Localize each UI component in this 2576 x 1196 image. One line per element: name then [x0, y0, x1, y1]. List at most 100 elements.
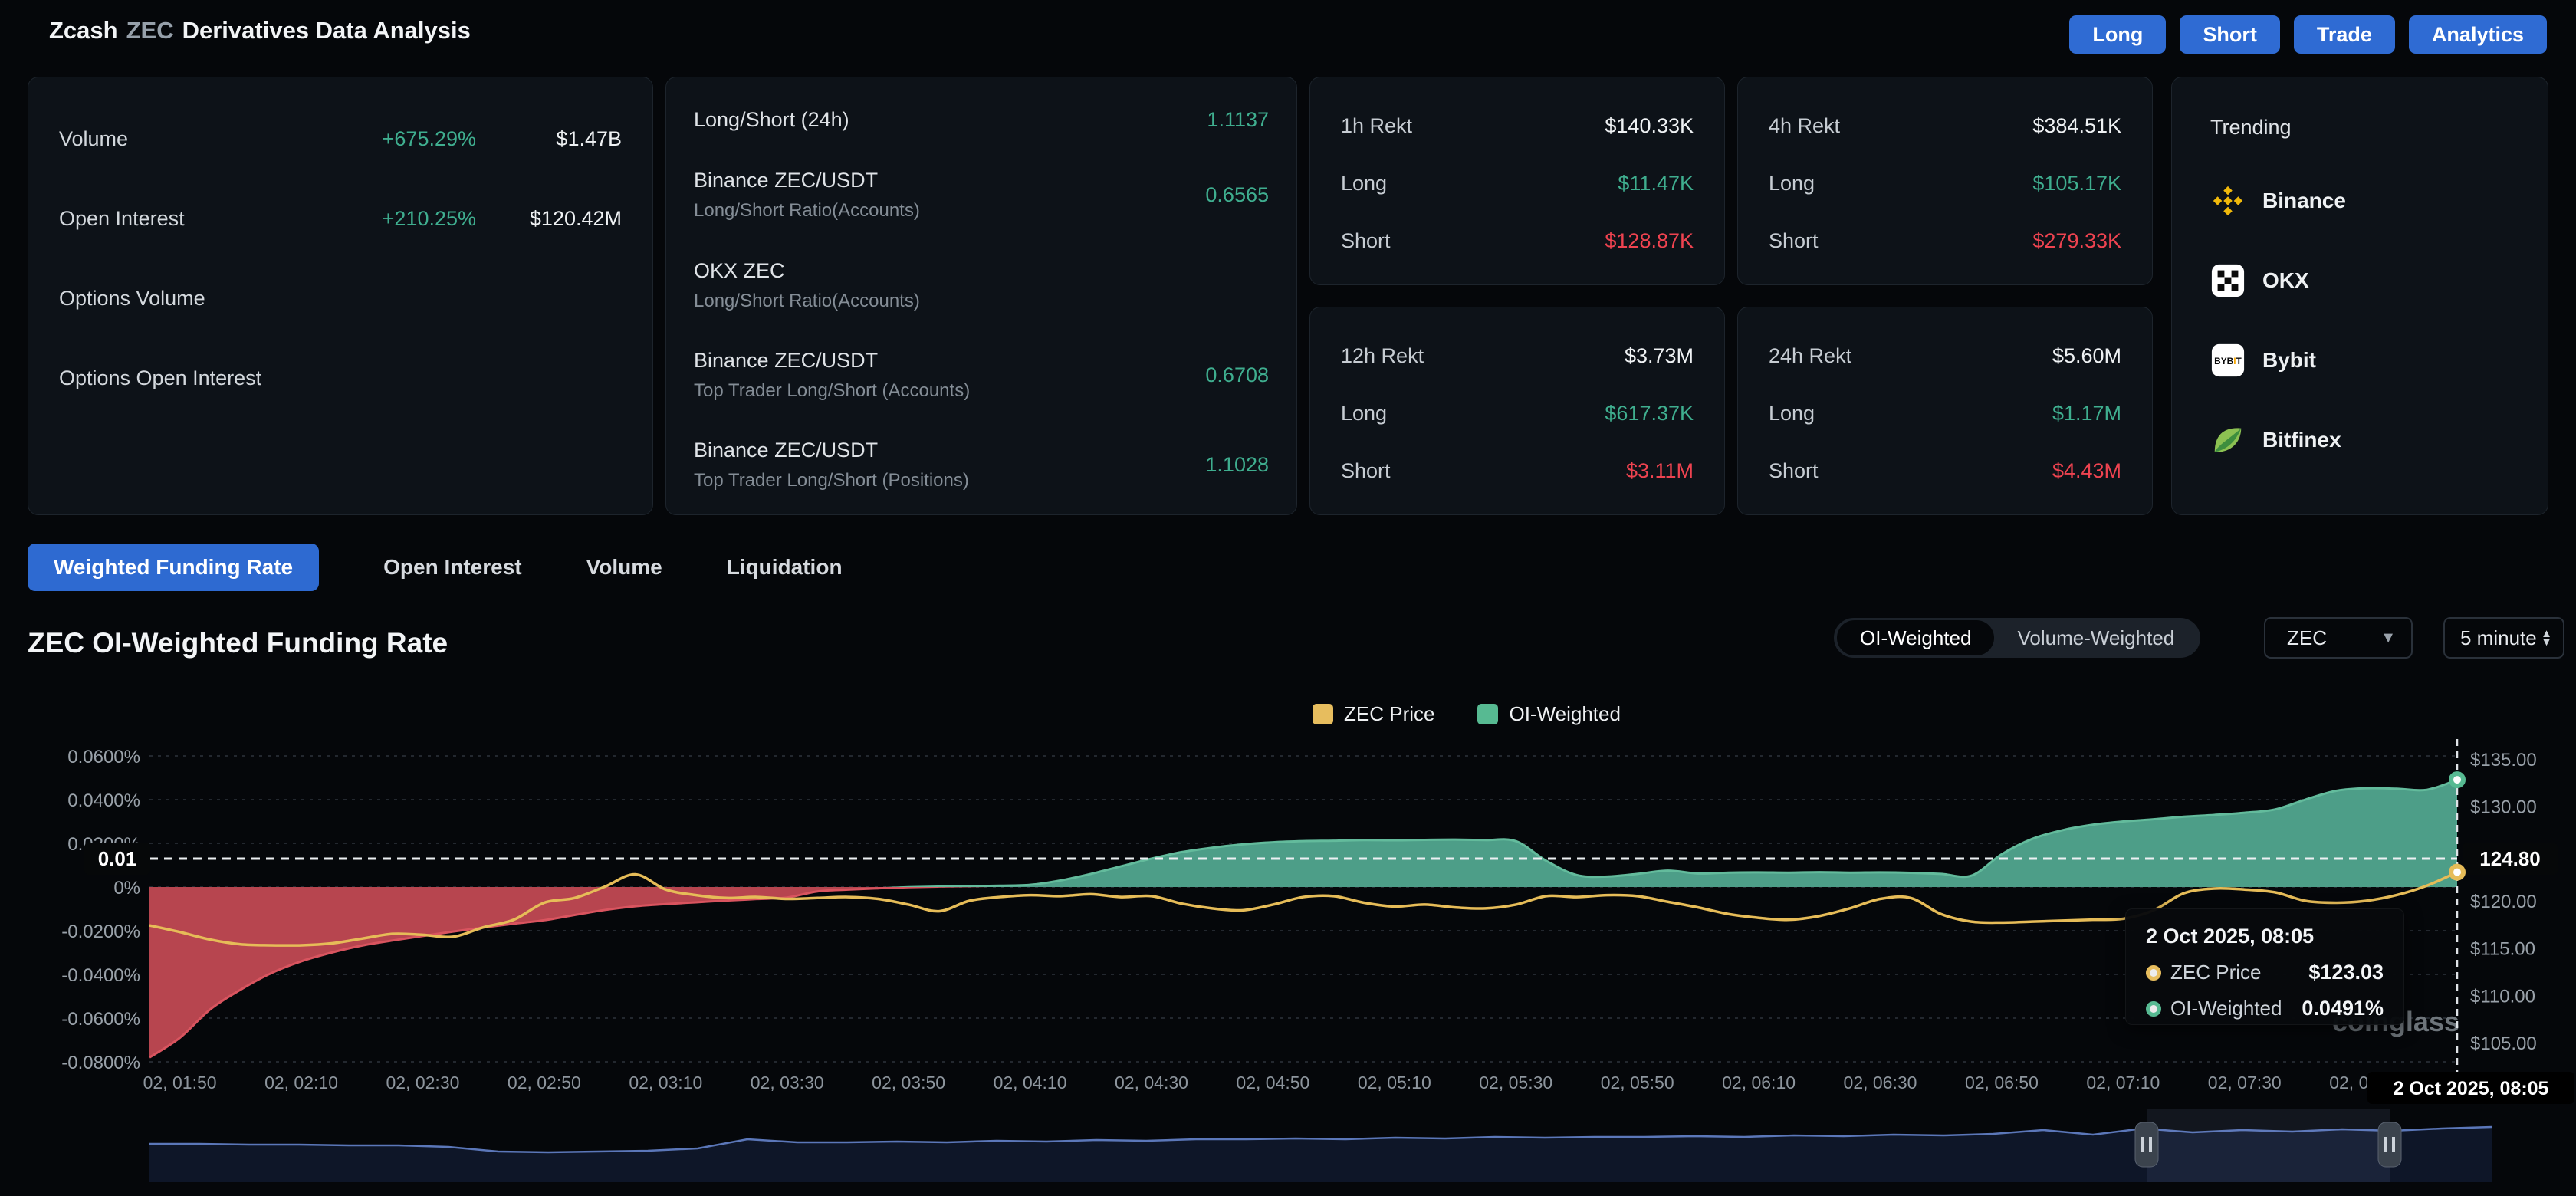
open-interest-label: Open Interest	[59, 207, 185, 231]
left-axis-tick: 0.0400%	[67, 790, 140, 811]
trending-card: Trending Binance OKX	[2171, 77, 2548, 515]
rekt-12h-short-value: $3.11M	[1626, 459, 1694, 483]
trending-label-binance: Binance	[2262, 189, 2346, 213]
rekt-card-12h: 12h Rekt$3.73M Long$617.37K Short$3.11M	[1309, 307, 1725, 515]
x-axis-tick: 02, 03:10	[629, 1073, 702, 1092]
left-axis-tick: -0.0600%	[61, 1009, 140, 1030]
trending-item-okx[interactable]: OKX	[2210, 262, 2509, 299]
tooltip-row-funding: OI-Weighted 0.0491%	[2146, 997, 2384, 1020]
binance-accounts-subtitle: Long/Short Ratio(Accounts)	[694, 200, 920, 222]
x-axis-tick: 02, 05:30	[1479, 1073, 1552, 1092]
chart-tabs: Weighted Funding Rate Open Interest Volu…	[28, 544, 843, 591]
volume-change: +675.29%	[383, 127, 476, 151]
right-axis-tick: $135.00	[2470, 750, 2537, 770]
interval-select[interactable]: 5 minute ▲▼	[2443, 617, 2564, 659]
binance-accounts-value: 0.6565	[1205, 183, 1269, 207]
oi-weighted-dot-icon	[2146, 1001, 2161, 1017]
volume-oi-card: Volume +675.29% $1.47B Open Interest +21…	[28, 77, 653, 515]
trending-item-bitfinex[interactable]: Bitfinex	[2210, 422, 2509, 458]
rekt-1h-label: 1h Rekt	[1341, 114, 1412, 138]
open-interest-row: Open Interest +210.25% $120.42M	[59, 200, 622, 237]
rekt-card-4h: 4h Rekt$384.51K Long$105.17K Short$279.3…	[1737, 77, 2153, 285]
binance-top-positions-value: 1.1028	[1205, 453, 1269, 477]
rekt-card-24h: 24h Rekt$5.60M Long$1.17M Short$4.43M	[1737, 307, 2153, 515]
okx-accounts-row: OKX ZEC Long/Short Ratio(Accounts)	[694, 259, 1269, 312]
toggle-volume-weighted[interactable]: Volume-Weighted	[1994, 620, 2197, 656]
price-current-marker	[2451, 866, 2463, 879]
handle-grip-icon	[2392, 1137, 2395, 1152]
trending-label-bitfinex: Bitfinex	[2262, 428, 2341, 452]
x-axis-tick: 02, 04:10	[994, 1073, 1067, 1092]
tab-liquidation[interactable]: Liquidation	[727, 555, 843, 580]
chart-navigator[interactable]	[0, 1109, 2576, 1187]
rekt-4h-short-label: Short	[1769, 229, 1819, 253]
toggle-oi-weighted[interactable]: OI-Weighted	[1837, 620, 1994, 656]
open-interest-change: +210.25%	[383, 207, 476, 231]
left-axis-tick: -0.0200%	[61, 922, 140, 942]
okx-icon	[2210, 263, 2246, 298]
right-axis-tick: $105.00	[2470, 1033, 2537, 1054]
handle-grip-icon	[2141, 1137, 2144, 1152]
trending-item-bybit[interactable]: BYBIT Bybit	[2210, 342, 2509, 379]
tab-volume[interactable]: Volume	[586, 555, 662, 580]
symbol-select[interactable]: ZEC ▼	[2264, 617, 2413, 659]
tooltip-row-price: ZEC Price $123.03	[2146, 961, 2384, 984]
rekt-1h-short-value: $128.87K	[1605, 229, 1694, 253]
rekt-4h-label: 4h Rekt	[1769, 114, 1840, 138]
long-button[interactable]: Long	[2069, 15, 2166, 54]
interval-select-value: 5 minute	[2460, 626, 2537, 650]
legend-oi-weighted[interactable]: OI-Weighted	[1477, 702, 1620, 726]
title-coin: Zcash	[49, 17, 118, 44]
x-axis-tick: 02, 05:50	[1601, 1073, 1674, 1092]
left-axis-tick: 0.0600%	[67, 747, 140, 767]
long-short-ratio-card: Long/Short (24h) 1.1137 Binance ZEC/USDT…	[665, 77, 1297, 515]
bitfinex-icon	[2210, 422, 2246, 458]
right-axis-tick: $120.00	[2470, 892, 2537, 912]
navigator-handle-right[interactable]	[2378, 1122, 2401, 1167]
chart-tooltip: 2 Oct 2025, 08:05 ZEC Price $123.03 OI-W…	[2125, 909, 2404, 1025]
rekt-12h-long-label: Long	[1341, 402, 1387, 426]
tooltip-price-label: ZEC Price	[2170, 961, 2261, 984]
x-axis-tick: 02, 06:10	[1722, 1073, 1796, 1092]
rekt-1h-total: $140.33K	[1605, 114, 1694, 138]
navigator-selection[interactable]	[2147, 1109, 2390, 1182]
volume-label: Volume	[59, 127, 128, 151]
short-button[interactable]: Short	[2180, 15, 2280, 54]
open-interest-value: $120.42M	[476, 207, 622, 231]
bybit-icon: BYBIT	[2210, 343, 2246, 378]
legend-oi-weighted-label: OI-Weighted	[1509, 702, 1620, 726]
left-axis-tick: -0.0400%	[61, 965, 140, 986]
x-axis-tick: 02, 02:30	[386, 1073, 459, 1092]
rekt-4h-short-value: $279.33K	[2032, 229, 2121, 253]
crosshair-bottom-badge-text: 2 Oct 2025, 08:05	[2394, 1078, 2549, 1099]
options-volume-row: Options Volume	[59, 280, 622, 317]
trending-item-binance[interactable]: Binance	[2210, 182, 2509, 219]
tab-weighted-funding-rate[interactable]: Weighted Funding Rate	[28, 544, 319, 591]
rekt-1h-long-label: Long	[1341, 172, 1387, 196]
crosshair-right-badge-text: 124.80	[2479, 847, 2541, 870]
binance-top-accounts-row: Binance ZEC/USDT Top Trader Long/Short (…	[694, 349, 1269, 402]
tab-open-interest[interactable]: Open Interest	[383, 555, 521, 580]
handle-grip-icon	[2384, 1137, 2387, 1152]
chevron-down-icon: ▼	[2380, 629, 2396, 647]
tooltip-funding-label: OI-Weighted	[2170, 997, 2282, 1020]
analytics-button[interactable]: Analytics	[2409, 15, 2547, 54]
ls-24h-row: Long/Short (24h) 1.1137	[694, 108, 1269, 132]
binance-top-positions-subtitle: Top Trader Long/Short (Positions)	[694, 470, 969, 491]
navigator-handle-left[interactable]	[2135, 1122, 2158, 1167]
handle-grip-icon	[2149, 1137, 2152, 1152]
header-actions: Long Short Trade Analytics	[2069, 15, 2547, 54]
options-open-interest-label: Options Open Interest	[59, 366, 261, 390]
trade-button[interactable]: Trade	[2294, 15, 2395, 54]
tooltip-timestamp: 2 Oct 2025, 08:05	[2146, 925, 2384, 948]
rekt-12h-total: $3.73M	[1625, 344, 1694, 368]
trending-title: Trending	[2210, 116, 2509, 140]
rekt-12h-short-label: Short	[1341, 459, 1391, 483]
x-axis-tick: 02, 04:50	[1236, 1073, 1309, 1092]
tooltip-funding-value: 0.0491%	[2302, 997, 2384, 1020]
trending-label-bybit: Bybit	[2262, 348, 2316, 373]
title-symbol: ZEC	[127, 17, 174, 44]
okx-accounts-title: OKX ZEC	[694, 259, 920, 283]
legend-zec-price[interactable]: ZEC Price	[1313, 702, 1434, 726]
rekt-4h-long-value: $105.17K	[2032, 172, 2121, 196]
